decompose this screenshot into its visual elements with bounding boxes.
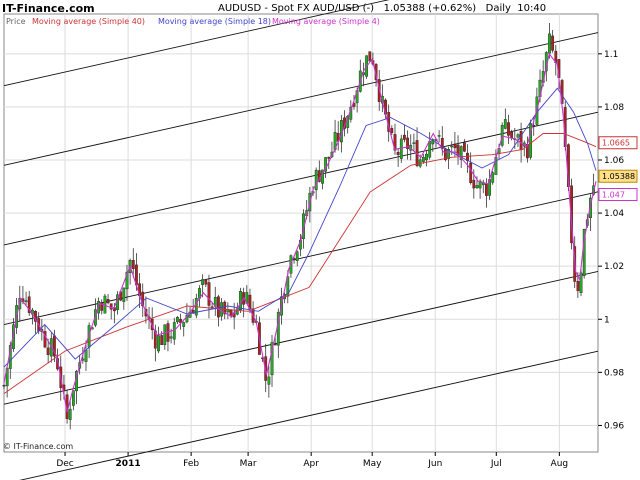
candle-body bbox=[403, 134, 406, 140]
candle-body bbox=[503, 119, 507, 129]
candle-body bbox=[295, 251, 299, 262]
candle-body bbox=[46, 347, 50, 355]
x-tick-label: May bbox=[363, 459, 382, 469]
candle-body bbox=[84, 349, 88, 362]
watermark: © IT-Finance.com bbox=[3, 442, 74, 451]
candle-body bbox=[327, 156, 331, 159]
candle-body bbox=[368, 51, 372, 62]
candle-body bbox=[204, 279, 208, 285]
candle-body bbox=[437, 135, 441, 137]
candle-body bbox=[516, 134, 520, 138]
candle-body bbox=[216, 296, 220, 318]
candle-body bbox=[475, 185, 479, 188]
candle-body bbox=[510, 131, 513, 139]
candle-body bbox=[68, 408, 72, 420]
x-tick-label: Dec bbox=[56, 459, 73, 469]
plot-area bbox=[3, 13, 599, 453]
candle-body bbox=[425, 153, 428, 161]
legend-entry: Moving average (Simple 4) bbox=[272, 17, 380, 26]
y-tick-label: 1 bbox=[604, 315, 610, 325]
y-tick-label: 0.98 bbox=[604, 368, 624, 378]
candle-body bbox=[182, 322, 186, 327]
candle-body bbox=[106, 299, 110, 304]
x-tick-label: Aug bbox=[551, 459, 569, 469]
y-tick-label: 1.08 bbox=[604, 103, 624, 113]
candle-body bbox=[390, 128, 394, 133]
candle-body bbox=[548, 33, 551, 54]
candle-body bbox=[175, 317, 179, 323]
candle-body bbox=[450, 145, 454, 148]
legend-entry: Price bbox=[6, 17, 26, 26]
candle-body bbox=[131, 260, 135, 269]
price-chart: 0.96 0.98 1 1.02 1.04 1.06 1.08 1.1 Dec 2011 Feb Ma… bbox=[2, 0, 638, 480]
y-tick-label: 1.1 bbox=[604, 50, 618, 60]
candle-body bbox=[491, 172, 495, 183]
candle-body bbox=[453, 143, 457, 149]
y-tick-label: 0.96 bbox=[604, 421, 624, 431]
candle-body bbox=[428, 141, 432, 158]
candle-body bbox=[273, 343, 277, 346]
x-tick-label: Jun bbox=[427, 459, 442, 469]
candle-body bbox=[500, 124, 504, 146]
x-tick-label: Jul bbox=[490, 459, 502, 469]
x-tick-label: 2011 bbox=[116, 459, 141, 469]
candle-body bbox=[169, 336, 173, 339]
value-badge-label: 1.05388 bbox=[602, 172, 635, 181]
candle-body bbox=[163, 324, 167, 345]
candle-body bbox=[210, 306, 214, 308]
x-tick-label: Feb bbox=[183, 459, 199, 469]
legend-entry: Moving average (Simple 40) bbox=[32, 17, 145, 26]
candle-body bbox=[207, 282, 211, 306]
candle-body bbox=[576, 281, 580, 291]
legend-entry: Moving average (Simple 18) bbox=[158, 17, 271, 26]
candle-body bbox=[469, 162, 473, 183]
y-tick-label: 1.06 bbox=[604, 156, 624, 166]
candle-body bbox=[267, 376, 271, 385]
candle-body bbox=[472, 179, 476, 189]
candle-body bbox=[2, 385, 6, 387]
candle-body bbox=[24, 300, 28, 302]
y-tick-label: 1.02 bbox=[604, 262, 624, 272]
candle-body bbox=[201, 279, 204, 285]
y-tick-label: 1.04 bbox=[604, 209, 624, 219]
x-tick-label: Apr bbox=[303, 459, 319, 469]
candle-body bbox=[396, 151, 400, 155]
candle-body bbox=[463, 142, 466, 152]
candle-body bbox=[314, 169, 318, 191]
candle-body bbox=[507, 122, 510, 136]
candle-body bbox=[157, 335, 160, 352]
x-tick-label: Mar bbox=[240, 459, 257, 469]
candle-body bbox=[551, 35, 555, 51]
value-badge-label: 1.047 bbox=[602, 191, 625, 200]
candle-body bbox=[122, 287, 126, 302]
value-badge-label: 1.0665 bbox=[602, 139, 630, 148]
candle-body bbox=[422, 156, 425, 162]
candle-body bbox=[412, 142, 416, 144]
candle-body bbox=[485, 183, 488, 196]
candle-body bbox=[239, 291, 242, 311]
candle-body bbox=[160, 335, 164, 345]
